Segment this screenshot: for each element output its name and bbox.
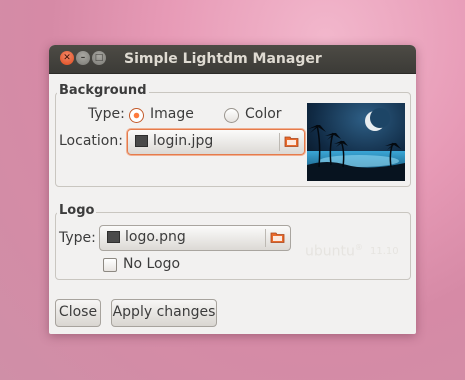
window-title: Simple Lightdm Manager xyxy=(124,51,322,67)
night-island-picture xyxy=(307,103,405,181)
background-section-label: Background xyxy=(57,83,149,98)
image-file-icon xyxy=(135,135,148,147)
ubuntu-logo-text: ubuntu® xyxy=(305,243,363,260)
minimize-window-button[interactable]: – xyxy=(76,51,90,65)
logo-file-chooser[interactable]: logo.png xyxy=(99,225,291,251)
color-radio-label[interactable]: Color xyxy=(245,106,282,122)
ubuntu-brand-text: ubuntu xyxy=(305,243,355,260)
ubuntu-brand-mark: ® xyxy=(354,243,363,252)
color-radio[interactable] xyxy=(224,108,239,123)
app-window: ✕ – □ Simple Lightdm Manager Background … xyxy=(49,45,416,334)
logo-type-label: Type: xyxy=(59,230,96,246)
background-type-label: Type: xyxy=(88,106,125,122)
logo-file-name: logo.png xyxy=(125,229,186,245)
location-label: Location: xyxy=(59,133,123,149)
location-file-chooser[interactable]: login.jpg xyxy=(127,129,305,155)
title-bar[interactable]: ✕ – □ Simple Lightdm Manager xyxy=(49,45,416,74)
image-file-icon xyxy=(107,231,120,243)
open-folder-icon xyxy=(284,136,299,147)
background-preview-image xyxy=(307,103,405,181)
logo-section-label: Logo xyxy=(57,203,97,218)
no-logo-label[interactable]: No Logo xyxy=(123,256,180,272)
close-button[interactable]: Close xyxy=(55,299,101,327)
location-file-name: login.jpg xyxy=(153,133,214,149)
chooser-separator xyxy=(279,133,280,151)
apply-changes-button[interactable]: Apply changes xyxy=(111,299,217,327)
maximize-window-button[interactable]: □ xyxy=(92,51,106,65)
chooser-separator xyxy=(265,229,266,247)
no-logo-checkbox[interactable] xyxy=(103,258,117,272)
image-radio-label[interactable]: Image xyxy=(150,106,194,122)
open-folder-icon xyxy=(270,232,285,243)
image-radio[interactable] xyxy=(129,108,144,123)
ubuntu-version-text: 11.10 xyxy=(370,246,399,257)
close-window-button[interactable]: ✕ xyxy=(60,51,74,65)
